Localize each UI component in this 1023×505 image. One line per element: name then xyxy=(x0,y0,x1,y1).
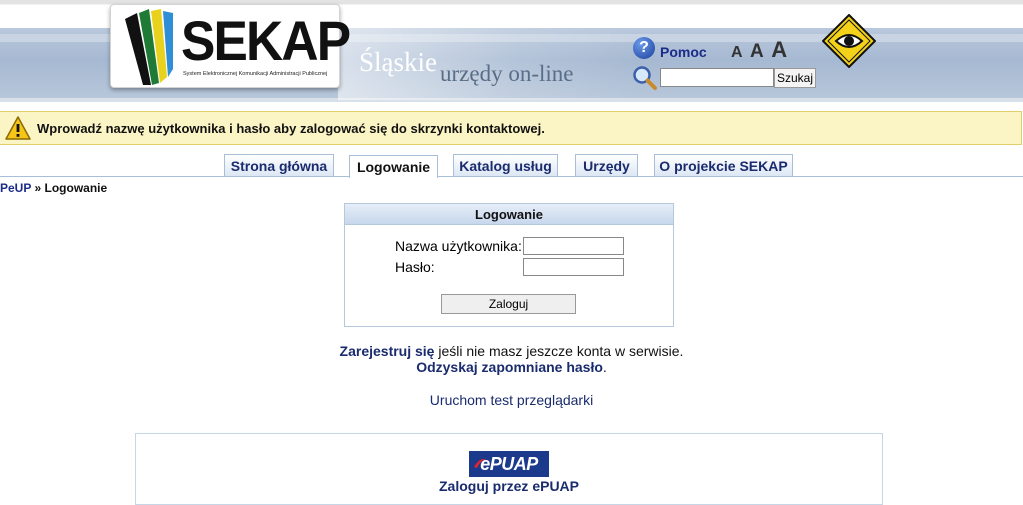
tab-urzedy[interactable]: Urzędy xyxy=(575,154,638,176)
login-button[interactable]: Zaloguj xyxy=(441,294,576,314)
sekap-logo-mark-icon xyxy=(125,9,173,85)
login-panel: Logowanie Nazwa użytkownika: Hasło: Zalo… xyxy=(344,203,674,327)
epuap-logo[interactable]: ePUAP xyxy=(469,451,549,477)
breadcrumb: PeUP » Logowanie xyxy=(0,181,107,195)
tab-logowanie-label: Logowanie xyxy=(356,159,431,175)
browser-test-link[interactable]: Uruchom test przeglądarki xyxy=(0,392,1023,408)
slogan-tagline: urzędy on-line xyxy=(440,61,574,86)
font-size-controls: A A A xyxy=(731,37,790,63)
username-field[interactable] xyxy=(523,237,624,255)
recover-text: . xyxy=(602,359,607,375)
font-size-large-button[interactable]: A xyxy=(771,37,787,63)
warning-banner: Wprowadź nazwę użytkownika i hasło aby z… xyxy=(0,111,1022,145)
eye-icon[interactable] xyxy=(822,14,876,68)
logo-subtitle: System Elektronicznej Komunikacji Admini… xyxy=(183,71,328,77)
logo-wordmark: SEKAP xyxy=(181,9,351,72)
username-label: Nazwa użytkownika: xyxy=(395,238,522,254)
slogan-region: Śląskie xyxy=(359,47,437,77)
breadcrumb-current: Logowanie xyxy=(44,181,108,195)
search-input[interactable] xyxy=(660,68,774,87)
epuap-logo-text: ePUAP xyxy=(480,454,538,474)
warning-icon xyxy=(5,116,31,140)
register-line: Zarejestruj się jeśli nie masz jeszcze k… xyxy=(0,343,1023,359)
tab-o-projekcie[interactable]: O projekcie SEKAP xyxy=(654,154,793,176)
password-field[interactable] xyxy=(523,258,624,276)
question-icon[interactable]: ? xyxy=(633,37,655,59)
breadcrumb-root-link[interactable]: PeUP xyxy=(0,181,31,195)
sekap-logo[interactable]: SEKAP System Elektronicznej Komunikacji … xyxy=(110,4,351,88)
magnifier-icon[interactable] xyxy=(632,65,658,91)
password-label: Hasło: xyxy=(395,259,435,275)
tab-strona-glowna[interactable]: Strona główna xyxy=(224,154,334,176)
breadcrumb-separator: » xyxy=(34,181,42,195)
epuap-swoosh-icon xyxy=(474,458,486,468)
register-link[interactable]: Zarejestruj się xyxy=(340,343,435,359)
epuap-login-link[interactable]: Zaloguj przez ePUAP xyxy=(136,478,882,494)
login-panel-title: Logowanie xyxy=(345,204,673,225)
epuap-panel: ePUAP Zaloguj przez ePUAP xyxy=(135,433,883,505)
tab-logowanie[interactable]: Logowanie xyxy=(349,155,438,178)
help-link[interactable]: Pomoc xyxy=(660,44,707,60)
recover-password-link[interactable]: Odzyskaj zapomniane hasło xyxy=(416,359,603,375)
recover-line: Odzyskaj zapomniane hasło. xyxy=(0,359,1023,375)
search-button[interactable]: Szukaj xyxy=(774,68,816,88)
font-size-medium-button[interactable]: A xyxy=(750,41,764,63)
warning-text: Wprowadź nazwę użytkownika i hasło aby z… xyxy=(37,121,545,136)
register-text: jeśli nie masz jeszcze konta w serwisie. xyxy=(434,343,684,359)
tab-katalog-uslug[interactable]: Katalog usług xyxy=(453,154,558,176)
font-size-small-button[interactable]: A xyxy=(731,44,743,62)
